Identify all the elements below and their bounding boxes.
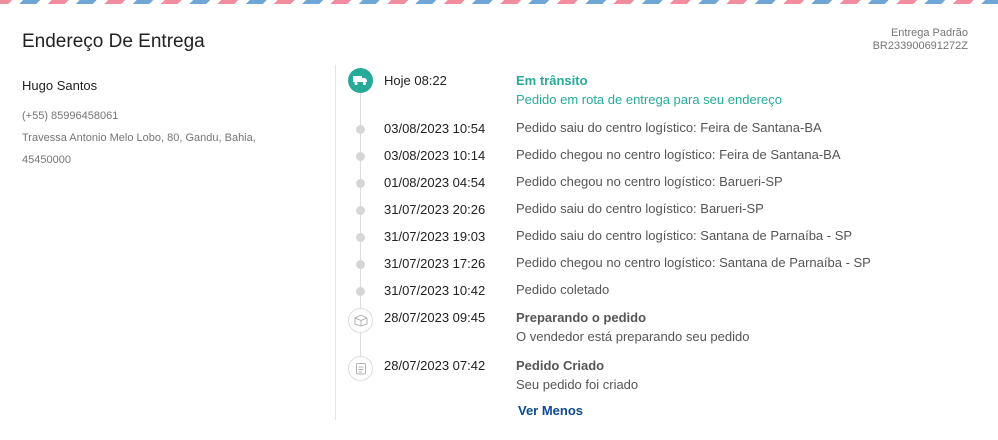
recipient-phone: (+55) 85996458061: [22, 110, 119, 122]
address-street: Travessa Antonio Melo Lobo, 80, Gandu, B…: [22, 132, 256, 144]
event-time: 28/07/2023 09:45: [384, 310, 486, 325]
event-description: Pedido chegou no centro logístico: Santa…: [516, 255, 871, 270]
event-time: 31/07/2023 19:03: [384, 229, 486, 244]
event-time: 03/08/2023 10:54: [384, 121, 486, 136]
event-time: 31/07/2023 17:26: [384, 256, 486, 271]
event-description: O vendedor está preparando seu pedido: [516, 329, 750, 344]
event-time: 01/08/2023 04:54: [384, 175, 486, 190]
event-title: Pedido Criado: [516, 358, 605, 373]
tracking-timeline: Hoje 08:22 Em trânsito Pedido em rota de…: [336, 0, 976, 440]
timeline-dot: [356, 206, 365, 215]
timeline-dot: [356, 179, 365, 188]
event-time: 31/07/2023 10:42: [384, 283, 486, 298]
page-title: Endereço De Entrega: [22, 31, 205, 52]
timeline-dot: [356, 152, 365, 161]
event-description: Pedido saiu do centro logístico: Feira d…: [516, 120, 822, 135]
event-time: Hoje 08:22: [384, 73, 447, 88]
address-zip: 45450000: [22, 154, 71, 166]
event-title: Preparando o pedido: [516, 310, 647, 325]
event-description: Pedido chegou no centro logístico: Feira…: [516, 147, 841, 162]
package-icon: [348, 308, 373, 333]
receipt-icon: [348, 356, 373, 381]
recipient-name: Hugo Santos: [22, 78, 98, 93]
event-time: 28/07/2023 07:42: [384, 358, 486, 373]
event-description: Pedido saiu do centro logístico: Barueri…: [516, 201, 764, 216]
timeline-dot: [356, 125, 365, 134]
ver-menos-link[interactable]: Ver Menos: [518, 403, 583, 418]
timeline-dot: [356, 287, 365, 296]
timeline-dot: [356, 260, 365, 269]
event-description: Pedido coletado: [516, 282, 610, 297]
event-description: Pedido saiu do centro logístico: Santana…: [516, 228, 853, 243]
event-title: Em trânsito: [516, 73, 588, 88]
event-time: 31/07/2023 20:26: [384, 202, 486, 217]
event-description: Pedido chegou no centro logístico: Barue…: [516, 174, 783, 189]
truck-icon: [348, 68, 373, 93]
delivery-address: Hugo Santos (+55) 85996458061 Travessa A…: [22, 78, 322, 171]
timeline-dot: [356, 233, 365, 242]
event-description: Seu pedido foi criado: [516, 377, 639, 392]
event-time: 03/08/2023 10:14: [384, 148, 486, 163]
event-description: Pedido em rota de entrega para seu ender…: [516, 92, 782, 107]
